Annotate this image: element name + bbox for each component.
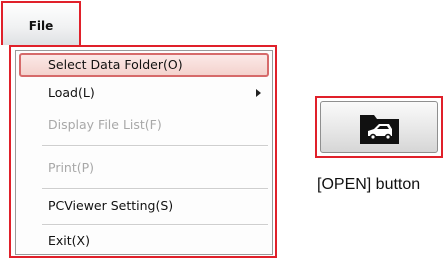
file-dropdown-callout: Select Data Folder(O) Load(L) Display Fi… (9, 45, 277, 258)
menu-item-load[interactable]: Load(L) (19, 81, 269, 105)
open-button[interactable] (320, 101, 438, 153)
file-menu-button[interactable]: File (1, 1, 81, 45)
open-button-caption: [OPEN] button (317, 176, 421, 193)
menu-separator (42, 188, 268, 190)
menu-separator (42, 145, 268, 147)
file-menu-illustration: File Select Data Folder(O) Load(L) Displ… (0, 0, 446, 259)
menu-item-label: PCViewer Setting(S) (48, 198, 174, 213)
submenu-arrow-icon (256, 89, 261, 97)
folder-open-icon (360, 115, 399, 144)
menu-item-select-data-folder[interactable]: Select Data Folder(O) (19, 53, 269, 77)
menu-item-label: Select Data Folder(O) (48, 57, 183, 72)
menu-item-label: Display File List(F) (48, 117, 162, 132)
open-button-callout (315, 96, 443, 158)
menu-item-label: Exit(X) (48, 233, 90, 248)
menu-item-label: Print(P) (48, 160, 95, 175)
menu-item-display-file-list[interactable]: Display File List(F) (19, 113, 269, 137)
menu-item-exit[interactable]: Exit(X) (19, 229, 269, 253)
menu-separator (42, 224, 268, 226)
file-menu-title: File (28, 19, 54, 33)
menu-item-print[interactable]: Print(P) (19, 156, 269, 180)
file-dropdown-menu: Select Data Folder(O) Load(L) Display Fi… (15, 50, 273, 255)
menu-item-label: Load(L) (48, 85, 95, 100)
menu-item-pcviewer-setting[interactable]: PCViewer Setting(S) (19, 194, 269, 218)
